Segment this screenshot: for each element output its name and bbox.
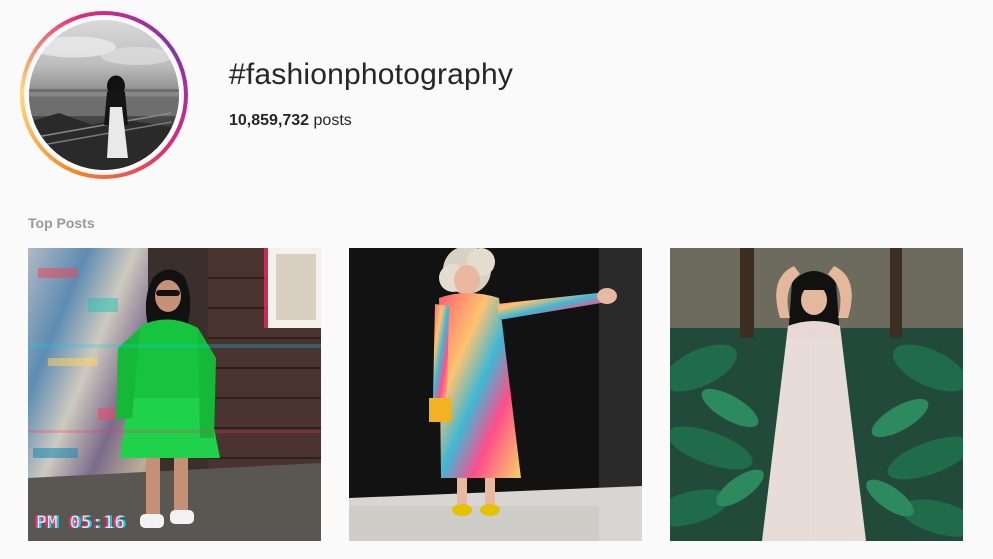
hashtag-title: #fashionphotography — [229, 58, 514, 91]
post-count: 10,859,732 posts — [229, 112, 352, 130]
top-posts-heading: Top Posts — [28, 215, 95, 231]
avatar-gap — [24, 15, 184, 175]
post-count-label: posts — [313, 112, 352, 129]
hashtag-avatar-ring[interactable] — [20, 11, 188, 179]
post-1-image — [28, 248, 321, 541]
vhs-timestamp: PM 05:16 — [36, 513, 126, 533]
post-2-image — [349, 248, 642, 541]
top-post-1[interactable]: PM 05:16 — [28, 248, 321, 541]
hashtag-avatar[interactable] — [29, 20, 179, 170]
avatar-image — [29, 36, 179, 170]
hashtag-page: #fashionphotography 10,859,732 posts Top… — [0, 0, 993, 559]
post-3-image — [670, 248, 963, 541]
post-count-number: 10,859,732 — [229, 112, 310, 129]
top-post-2[interactable] — [349, 248, 642, 541]
top-post-3[interactable] — [670, 248, 963, 541]
